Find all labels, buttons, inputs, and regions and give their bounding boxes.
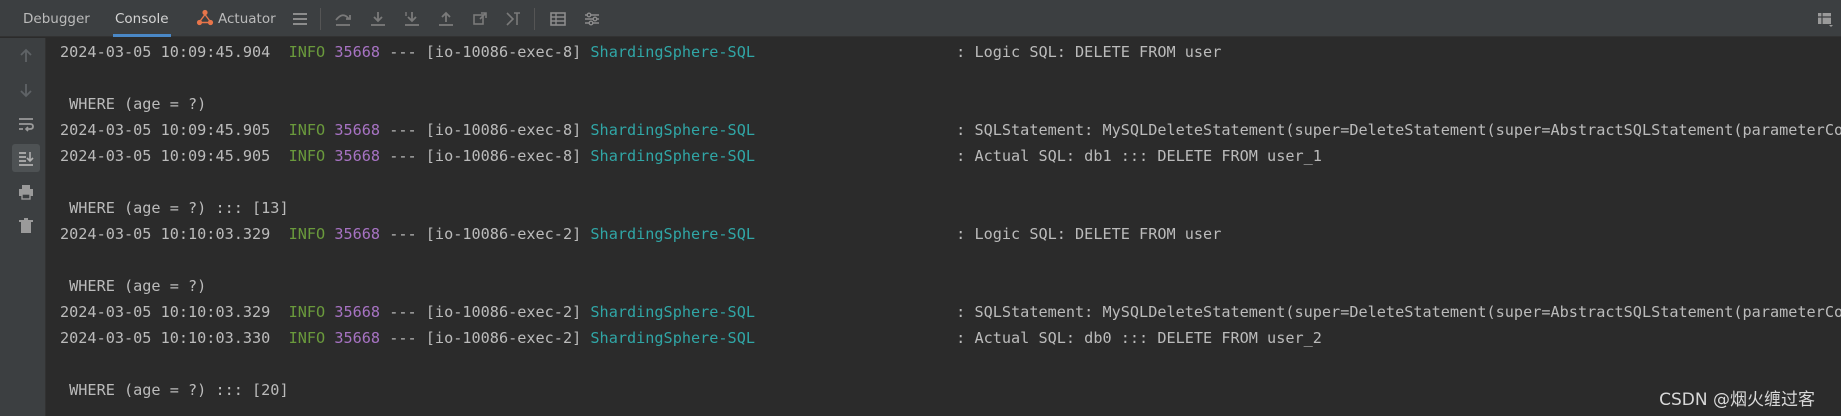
tab-console[interactable]: Console — [113, 0, 171, 37]
log-pid: 35668 — [334, 303, 381, 321]
log-logger: ShardingSphere-SQL — [590, 43, 755, 61]
log-thread: --- [io-10086-exec-8] — [389, 147, 582, 165]
tab-label: Console — [115, 11, 169, 27]
log-logger: ShardingSphere-SQL — [590, 225, 755, 243]
log-timestamp: 2024-03-05 10:09:45.905 — [60, 121, 271, 139]
log-line: 2024-03-05 10:10:03.330 INFO 35668 --- [… — [60, 326, 1322, 350]
step-into-icon[interactable] — [368, 9, 388, 29]
menu-icon[interactable] — [290, 9, 310, 29]
console-text-line: WHERE (age = ?) ::: [20] — [60, 378, 289, 402]
down-arrow-icon[interactable] — [12, 76, 40, 104]
step-over-icon[interactable] — [333, 9, 353, 29]
actuator-icon — [196, 4, 214, 26]
log-message: : Actual SQL: db1 ::: DELETE FROM user_1 — [956, 147, 1322, 165]
log-thread: --- [io-10086-exec-2] — [389, 329, 582, 347]
log-line: 2024-03-05 10:09:45.904 INFO 35668 --- [… — [60, 40, 1221, 64]
log-message: : Actual SQL: db0 ::: DELETE FROM user_2 — [956, 329, 1322, 347]
tab-label: Debugger — [23, 11, 90, 27]
run-to-cursor-icon[interactable] — [470, 9, 490, 29]
force-step-into-icon[interactable] — [402, 9, 422, 29]
log-pid: 35668 — [334, 43, 381, 61]
layout-options-icon[interactable] — [1815, 9, 1835, 29]
debug-toolbar: Debugger Console Actuator — [0, 0, 1841, 37]
tab-debugger[interactable]: Debugger — [23, 0, 90, 37]
log-line: 2024-03-05 10:09:45.905 INFO 35668 --- [… — [60, 144, 1322, 168]
up-arrow-icon[interactable] — [12, 42, 40, 70]
log-message: : Logic SQL: DELETE FROM user — [956, 225, 1222, 243]
console-output[interactable]: 2024-03-05 10:09:45.904 INFO 35668 --- [… — [60, 40, 1841, 416]
log-level: INFO — [288, 303, 326, 321]
table-icon[interactable] — [548, 9, 568, 29]
log-line: 2024-03-05 10:10:03.329 INFO 35668 --- [… — [60, 222, 1221, 246]
log-timestamp: 2024-03-05 10:10:03.329 — [60, 303, 271, 321]
toolbar-separator — [320, 8, 321, 30]
print-icon[interactable] — [12, 178, 40, 206]
console-text: WHERE (age = ?) ::: [13] — [60, 199, 289, 217]
log-thread: --- [io-10086-exec-8] — [389, 121, 582, 139]
console-text: WHERE (age = ?) ::: [20] — [60, 381, 289, 399]
settings-list-icon[interactable] — [582, 9, 602, 29]
log-timestamp: 2024-03-05 10:09:45.905 — [60, 147, 271, 165]
evaluate-expression-icon[interactable] — [504, 9, 524, 29]
log-line: 2024-03-05 10:09:45.905 INFO 35668 --- [… — [60, 118, 1841, 142]
tab-actuator[interactable]: Actuator — [196, 0, 276, 37]
log-message: : SQLStatement: MySQLDeleteStatement(sup… — [956, 121, 1841, 139]
log-level: INFO — [288, 121, 326, 139]
log-thread: --- [io-10086-exec-8] — [389, 43, 582, 61]
log-logger: ShardingSphere-SQL — [590, 329, 755, 347]
log-pid: 35668 — [334, 329, 381, 347]
log-line: 2024-03-05 10:10:03.329 INFO 35668 --- [… — [60, 300, 1841, 324]
log-message: : Logic SQL: DELETE FROM user — [956, 43, 1222, 61]
log-logger: ShardingSphere-SQL — [590, 147, 755, 165]
log-logger: ShardingSphere-SQL — [590, 121, 755, 139]
toolbar-separator — [534, 8, 535, 30]
log-thread: --- [io-10086-exec-2] — [389, 303, 582, 321]
log-level: INFO — [288, 43, 326, 61]
log-logger: ShardingSphere-SQL — [590, 303, 755, 321]
console-text-line: WHERE (age = ?) — [60, 92, 206, 116]
console-text: WHERE (age = ?) — [60, 95, 207, 113]
log-level: INFO — [288, 329, 326, 347]
trash-icon[interactable] — [12, 212, 40, 240]
soft-wrap-icon[interactable] — [12, 110, 40, 138]
log-level: INFO — [288, 147, 326, 165]
console-gutter — [0, 38, 46, 416]
log-timestamp: 2024-03-05 10:10:03.329 — [60, 225, 271, 243]
scroll-to-end-icon[interactable] — [12, 144, 40, 172]
log-pid: 35668 — [334, 225, 381, 243]
log-level: INFO — [288, 225, 326, 243]
log-thread: --- [io-10086-exec-2] — [389, 225, 582, 243]
console-text: WHERE (age = ?) — [60, 277, 207, 295]
tab-label: Actuator — [218, 11, 276, 27]
log-pid: 35668 — [334, 121, 381, 139]
log-timestamp: 2024-03-05 10:10:03.330 — [60, 329, 271, 347]
log-message: : SQLStatement: MySQLDeleteStatement(sup… — [956, 303, 1841, 321]
step-out-icon[interactable] — [436, 9, 456, 29]
console-text-line: WHERE (age = ?) ::: [13] — [60, 196, 289, 220]
log-timestamp: 2024-03-05 10:09:45.904 — [60, 43, 271, 61]
watermark: CSDN @烟火缠过客 — [1659, 390, 1815, 410]
log-pid: 35668 — [334, 147, 381, 165]
console-text-line: WHERE (age = ?) — [60, 274, 206, 298]
